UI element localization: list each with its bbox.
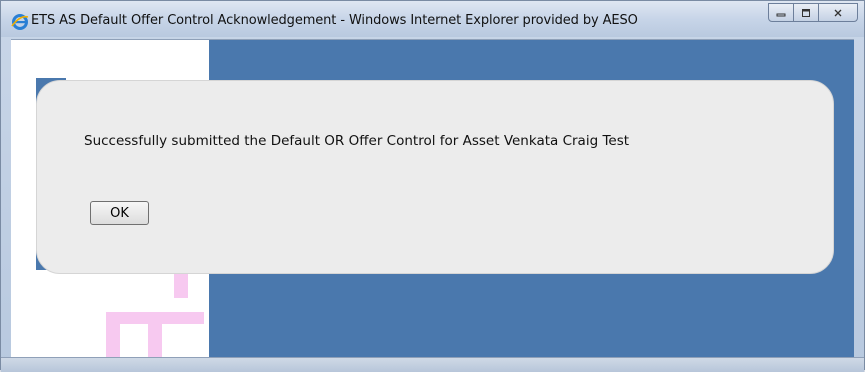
window-title: ETS AS Default Offer Control Acknowledge… <box>31 13 638 28</box>
close-icon <box>834 9 842 16</box>
caption-buttons <box>768 3 858 23</box>
background-logo <box>106 270 206 358</box>
success-message: Successfully submitted the Default OR Of… <box>84 133 630 149</box>
close-button[interactable] <box>818 3 858 22</box>
ok-button[interactable]: OK <box>90 201 149 225</box>
maximize-icon <box>802 8 810 17</box>
minimize-button[interactable] <box>768 3 794 22</box>
minimize-icon <box>776 13 786 16</box>
maximize-button[interactable] <box>793 3 819 22</box>
browser-window: ETS AS Default Offer Control Acknowledge… <box>0 0 865 372</box>
title-bar[interactable]: ETS AS Default Offer Control Acknowledge… <box>1 1 864 37</box>
internet-explorer-icon <box>11 13 29 31</box>
acknowledgement-dialog: Successfully submitted the Default OR Of… <box>36 80 834 274</box>
page-content: Successfully submitted the Default OR Of… <box>11 39 854 358</box>
